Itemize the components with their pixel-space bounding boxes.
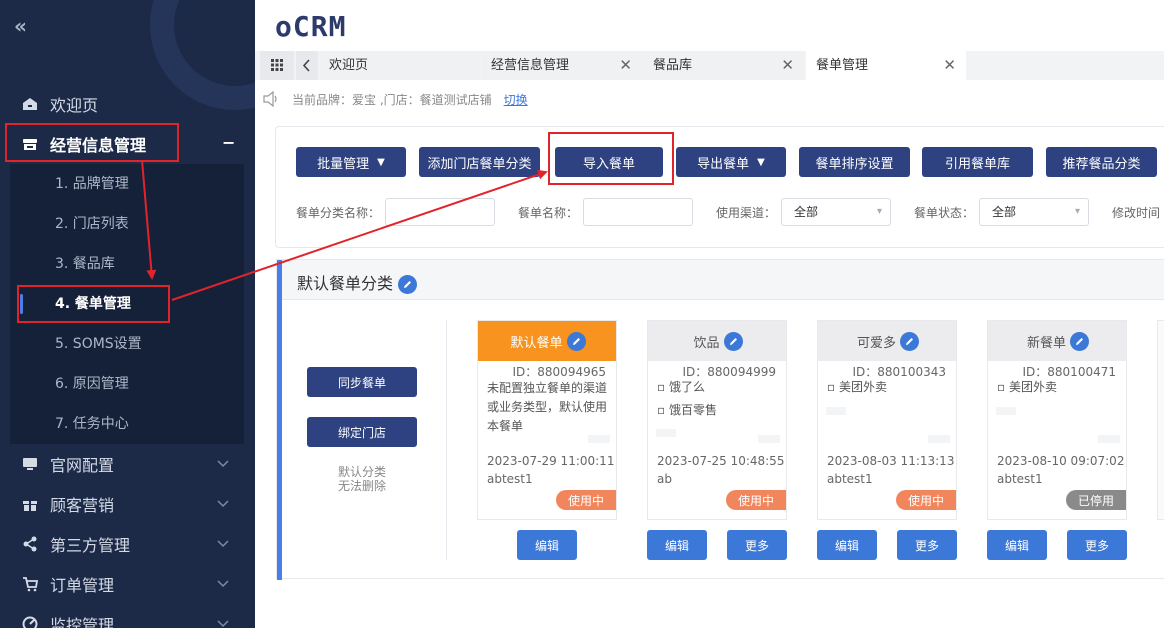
annotation-arrows bbox=[141, 159, 548, 301]
arrow bbox=[141, 159, 157, 280]
arrow bbox=[171, 169, 548, 301]
